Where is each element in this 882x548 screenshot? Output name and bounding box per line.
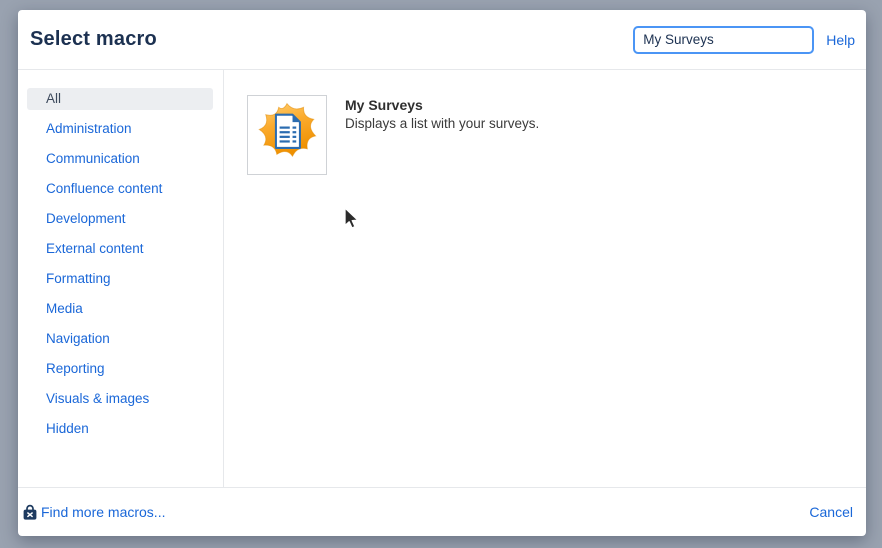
select-macro-dialog: Select macro Help All Administration Com… [18, 10, 866, 536]
macro-results-panel: My Surveys Displays a list with your sur… [224, 70, 866, 487]
macro-icon-box [247, 95, 327, 175]
sidebar-item-formatting[interactable]: Formatting [27, 268, 213, 290]
sidebar-item-visuals-images[interactable]: Visuals & images [27, 388, 213, 410]
sidebar-item-confluence-content[interactable]: Confluence content [27, 178, 213, 200]
sidebar-item-external-content[interactable]: External content [27, 238, 213, 260]
cancel-link[interactable]: Cancel [809, 504, 853, 520]
sidebar-item-media[interactable]: Media [27, 298, 213, 320]
find-more-label: Find more macros... [41, 504, 165, 520]
dialog-title: Select macro [30, 28, 157, 51]
macro-result-my-surveys[interactable]: My Surveys Displays a list with your sur… [247, 95, 866, 175]
dialog-body: All Administration Communication Conflue… [18, 70, 866, 487]
dialog-footer: Find more macros... Cancel [18, 487, 866, 536]
macro-text: My Surveys Displays a list with your sur… [345, 95, 539, 131]
find-more-macros-link[interactable]: Find more macros... [22, 504, 165, 521]
sidebar-item-navigation[interactable]: Navigation [27, 328, 213, 350]
macro-search-input[interactable] [633, 26, 814, 54]
macro-description: Displays a list with your surveys. [345, 116, 539, 131]
sidebar-item-development[interactable]: Development [27, 208, 213, 230]
sidebar-item-all[interactable]: All [27, 88, 213, 110]
macro-title: My Surveys [345, 97, 539, 113]
sidebar-item-communication[interactable]: Communication [27, 148, 213, 170]
my-surveys-macro-icon [251, 99, 323, 171]
sidebar-item-hidden[interactable]: Hidden [27, 418, 213, 440]
marketplace-bag-icon [22, 504, 38, 521]
help-link[interactable]: Help [826, 32, 855, 48]
sidebar-item-reporting[interactable]: Reporting [27, 358, 213, 380]
category-sidebar: All Administration Communication Conflue… [18, 70, 224, 487]
sidebar-item-administration[interactable]: Administration [27, 118, 213, 140]
dialog-header: Select macro Help [18, 10, 866, 70]
